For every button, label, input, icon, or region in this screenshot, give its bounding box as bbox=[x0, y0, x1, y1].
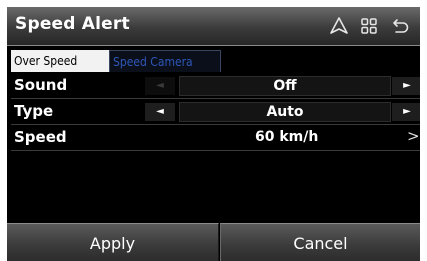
type-row: Type ◄ Auto ► bbox=[11, 100, 420, 125]
tab-over-speed[interactable]: Over Speed bbox=[11, 50, 109, 72]
header-bar: Speed Alert bbox=[7, 7, 420, 46]
grid-menu-icon[interactable] bbox=[359, 16, 379, 36]
type-decrease-button[interactable]: ◄ bbox=[145, 103, 175, 121]
speed-value: 60 km/h bbox=[255, 129, 319, 145]
tab-speed-camera[interactable]: Speed Camera bbox=[109, 50, 221, 72]
speed-label: Speed bbox=[14, 128, 67, 146]
tab-bar: Over Speed Speed Camera bbox=[7, 50, 420, 72]
right-arrow-icon: ► bbox=[403, 80, 411, 91]
type-value[interactable]: Auto bbox=[179, 102, 391, 122]
speed-row[interactable]: Speed 60 km/h > bbox=[11, 126, 420, 151]
navigation-icon[interactable] bbox=[329, 16, 349, 36]
sound-label: Sound bbox=[14, 76, 68, 94]
page-title: Speed Alert bbox=[15, 14, 130, 34]
sound-value[interactable]: Off bbox=[179, 76, 391, 96]
footer-bar: Apply Cancel bbox=[7, 223, 420, 261]
right-arrow-icon: ► bbox=[403, 106, 411, 117]
sound-increase-button[interactable]: ► bbox=[392, 77, 420, 95]
type-increase-button[interactable]: ► bbox=[392, 103, 420, 121]
left-arrow-icon: ◄ bbox=[156, 80, 164, 91]
sound-row: Sound ◄ Off ► bbox=[11, 74, 420, 99]
speed-alert-screen: Speed Alert Over Speed Speed Camera Soun… bbox=[7, 7, 420, 261]
left-arrow-icon: ◄ bbox=[156, 106, 164, 117]
apply-button[interactable]: Apply bbox=[7, 223, 219, 261]
sound-decrease-button[interactable]: ◄ bbox=[145, 77, 175, 95]
cancel-button[interactable]: Cancel bbox=[220, 223, 420, 261]
back-icon[interactable] bbox=[391, 16, 411, 36]
type-label: Type bbox=[14, 102, 54, 120]
chevron-right-icon: > bbox=[407, 127, 420, 145]
